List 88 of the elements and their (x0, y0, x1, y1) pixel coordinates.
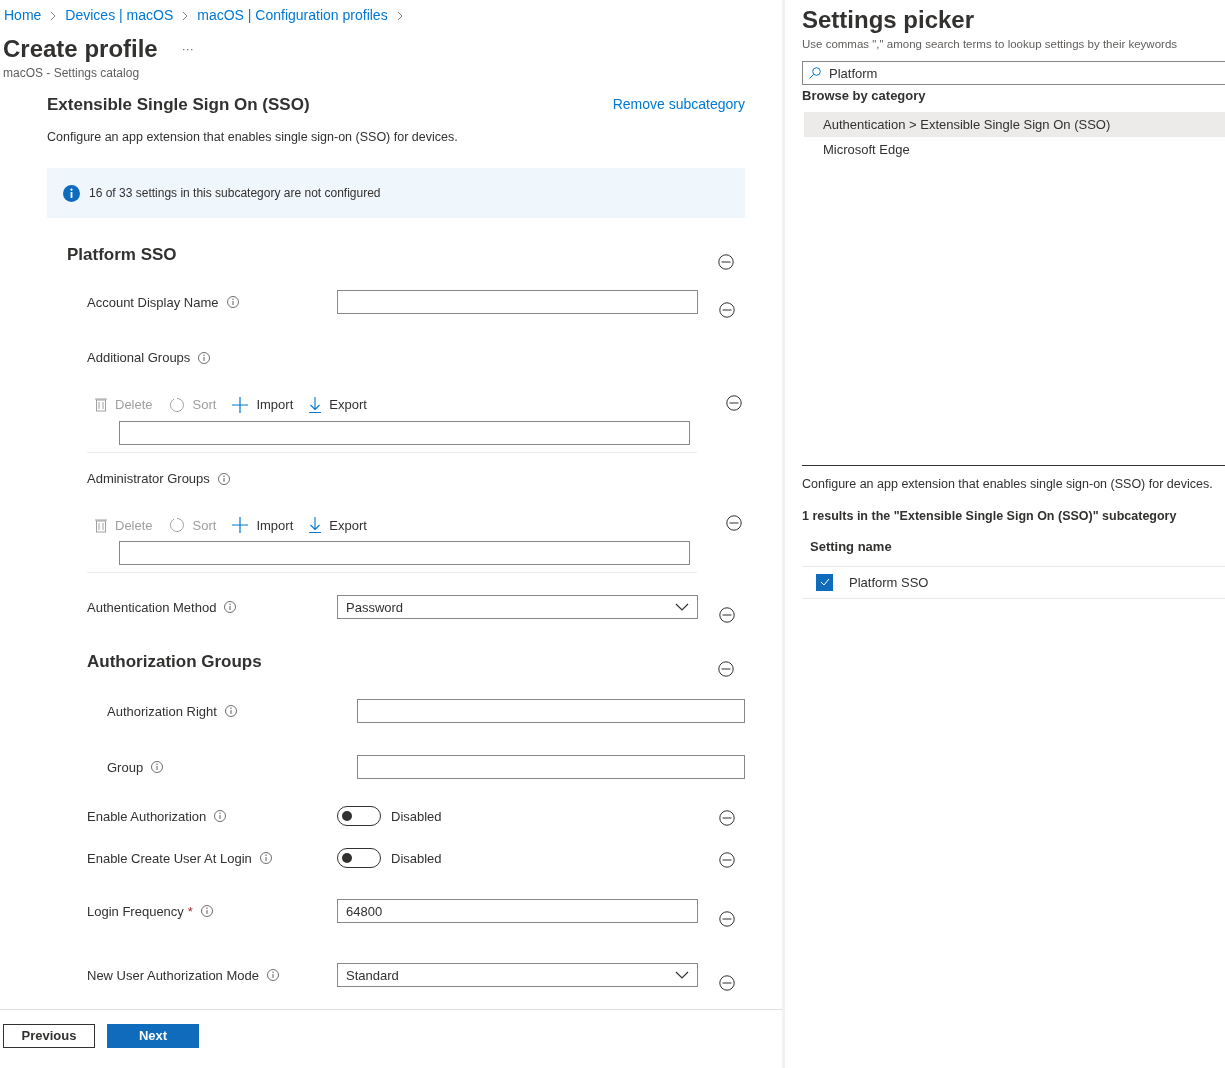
text-field[interactable] (357, 755, 745, 780)
plus-icon (232, 517, 249, 534)
checkbox[interactable] (816, 573, 833, 591)
chevron-down-icon (675, 603, 689, 612)
info-icon (259, 852, 272, 865)
breadcrumb-link[interactable]: Home (4, 5, 42, 26)
subcategory-description: Configure an app extension that enables single sign-on (SSO) for devices. (47, 128, 459, 146)
more-options-button[interactable]: ··· (181, 40, 194, 58)
remove-setting-icon[interactable] (718, 254, 734, 271)
setting-label: Additional Groups (87, 349, 191, 368)
checkmark-icon (819, 578, 830, 587)
info-icon (267, 969, 279, 982)
subcategory-title: Extensible Single Sign On (SSO) (47, 94, 310, 116)
download-arrow-icon (309, 396, 322, 413)
setting-label: New User Authorization Mode (87, 966, 259, 985)
remove-setting-icon[interactable] (719, 302, 735, 319)
text-field[interactable] (337, 290, 698, 315)
picker-description: Configure an app extension that enables single sign-on (SSO) for devices. (802, 475, 1214, 493)
remove-setting-icon[interactable] (726, 515, 742, 532)
page-subtitle: macOS - Settings catalog (2, 65, 141, 82)
trash-icon (95, 397, 107, 413)
category-item[interactable]: Microsoft Edge (804, 136, 1225, 162)
picker-title: Settings picker (802, 5, 976, 35)
group-heading: Authorization Groups (87, 650, 263, 673)
section-title: Platform SSO (66, 243, 178, 266)
info-icon (214, 810, 227, 823)
download-arrow-icon (309, 517, 322, 534)
toggle-switch[interactable] (337, 848, 381, 869)
remove-setting-icon[interactable] (719, 852, 735, 869)
info-icon (63, 184, 80, 202)
search-icon (809, 67, 821, 80)
info-icon (224, 601, 237, 614)
info-icon (226, 296, 239, 309)
info-icon (200, 905, 213, 918)
setting-label: Authentication Method (87, 598, 217, 617)
search-field[interactable]: Platform (802, 61, 1225, 86)
breadcrumb-link[interactable]: macOS | Configuration profiles (197, 5, 388, 26)
remove-setting-icon[interactable] (726, 394, 742, 411)
remove-subcategory-link[interactable]: Remove subcategory (612, 94, 745, 116)
info-icon (151, 761, 164, 774)
setting-name: Platform SSO (849, 573, 929, 592)
required-asterisk: * (187, 902, 193, 921)
previous-button[interactable]: Previous (3, 1023, 95, 1048)
setting-label: Administrator Groups (87, 469, 210, 488)
column-header: Setting name (802, 537, 1225, 567)
category-item[interactable]: Authentication > Extensible Single Sign On (SSO) (804, 111, 1225, 137)
remove-setting-icon[interactable] (718, 661, 734, 678)
plus-icon (232, 396, 249, 413)
dropdown[interactable]: Password (337, 595, 698, 620)
toggle-state-label: Disabled (391, 807, 443, 826)
results-summary: 1 results in the "Extensible Single Sign On (SSO)" subcategory (802, 507, 1178, 525)
trash-icon (95, 517, 107, 533)
info-icon (224, 705, 237, 718)
setting-label: Login Frequency (87, 902, 184, 921)
browse-heading: Browse by category (802, 87, 927, 106)
chevron-right-icon (50, 10, 57, 21)
toolbar-button[interactable]: Import (232, 395, 294, 415)
info-icon (217, 472, 230, 485)
page-title: Create profile (3, 34, 158, 64)
remove-setting-icon[interactable] (719, 911, 735, 928)
toggle-switch[interactable] (337, 806, 381, 827)
next-button[interactable]: Next (107, 1023, 199, 1048)
remove-setting-icon[interactable] (719, 810, 735, 827)
text-field[interactable] (357, 699, 745, 724)
breadcrumb-link[interactable]: Devices | macOS (65, 5, 174, 26)
chevron-right-icon (182, 10, 189, 21)
picker-hint: Use commas "," among search terms to lookup settings by their keywords (802, 37, 1179, 52)
toolbar-button[interactable]: Export (309, 515, 367, 535)
rotate-icon (168, 396, 185, 413)
info-icon (198, 352, 211, 364)
setting-label: Group (107, 758, 144, 777)
remove-setting-icon[interactable] (719, 975, 735, 992)
info-message: 16 of 33 settings in this subcategory are not configured (89, 185, 381, 203)
setting-label: Account Display Name (87, 293, 219, 312)
setting-label: Enable Create User At Login (87, 849, 252, 868)
chevron-down-icon (675, 971, 689, 980)
setting-label: Enable Authorization (87, 807, 207, 826)
toolbar-button[interactable]: Export (309, 395, 367, 415)
chevron-right-icon (396, 10, 403, 21)
text-field[interactable]: 64800 (337, 899, 698, 924)
dropdown[interactable]: Standard (337, 963, 698, 988)
list-entry-field[interactable] (119, 420, 690, 445)
toggle-state-label: Disabled (391, 849, 443, 868)
setting-label: Authorization Right (107, 702, 217, 721)
remove-setting-icon[interactable] (719, 607, 735, 624)
rotate-icon (168, 517, 185, 534)
toolbar-button[interactable]: Import (232, 515, 294, 535)
list-entry-field[interactable] (119, 541, 690, 566)
